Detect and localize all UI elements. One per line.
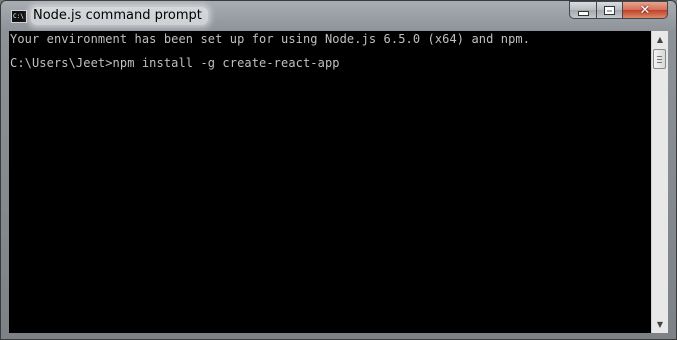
console-window: C:\ Node.js command prompt ✕ Your enviro…: [0, 0, 677, 340]
close-button[interactable]: ✕: [622, 1, 668, 19]
grip-line: [657, 59, 662, 60]
scroll-down-icon[interactable]: ▼: [652, 316, 668, 333]
console-prompt-line: C:\Users\Jeet>npm install -g create-reac…: [10, 56, 340, 70]
scroll-up-icon[interactable]: ▲: [652, 31, 668, 48]
title-bar[interactable]: C:\ Node.js command prompt ✕: [1, 1, 676, 31]
console-line: Your environment has been set up for usi…: [10, 32, 531, 46]
vertical-scrollbar[interactable]: ▲ ▼: [651, 31, 668, 333]
console-icon[interactable]: C:\: [11, 10, 27, 23]
maximize-icon: [604, 5, 615, 15]
console-output[interactable]: Your environment has been set up for usi…: [9, 31, 651, 333]
minimize-icon: [577, 11, 589, 16]
grip-line: [657, 56, 662, 57]
minimize-button[interactable]: [569, 1, 596, 19]
maximize-button[interactable]: [596, 1, 622, 19]
window-title: Node.js command prompt: [31, 7, 208, 25]
window-controls: ✕: [569, 1, 668, 21]
close-icon: ✕: [639, 2, 651, 18]
grip-line: [657, 62, 662, 63]
scroll-thumb[interactable]: [653, 49, 666, 69]
